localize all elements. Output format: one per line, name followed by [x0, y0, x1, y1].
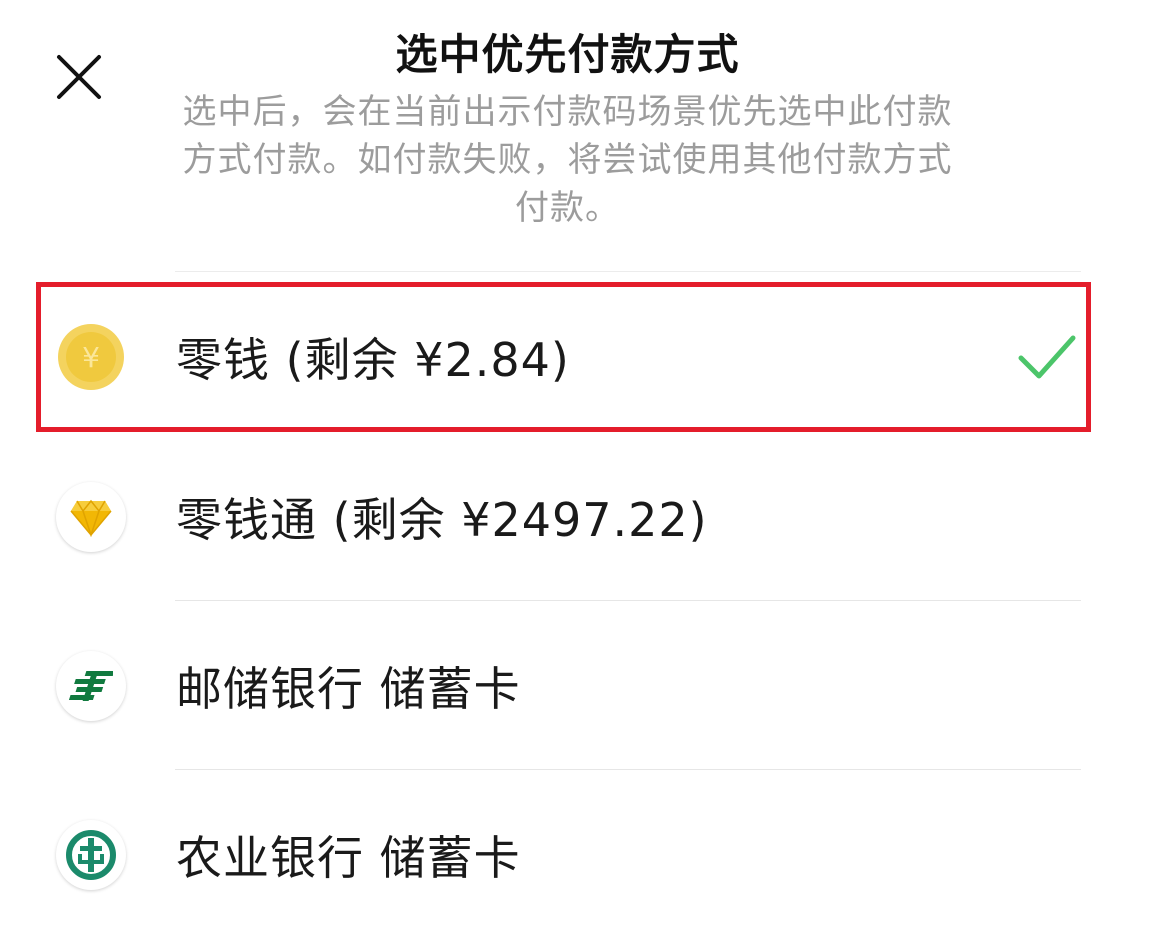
payment-option-label: 邮储银行 储蓄卡	[176, 661, 521, 716]
sheet-header: 选中优先付款方式 选中后，会在当前出示付款码场景优先选中此付款方式付款。如付款失…	[150, 28, 985, 232]
payment-method-list: ¥ 零钱 (剩余 ¥2.84) 零钱通 (剩余 ¥2497.22) 邮储银行 储…	[0, 272, 1153, 939]
payment-option-label: 零钱 (剩余 ¥2.84)	[176, 333, 570, 387]
abc-logo-icon	[56, 819, 126, 890]
payment-option-change[interactable]: ¥ 零钱 (剩余 ¥2.84)	[36, 282, 1091, 432]
close-button[interactable]	[50, 48, 108, 106]
diamond-icon	[56, 481, 126, 552]
close-icon	[57, 55, 101, 99]
psbc-logo-icon	[56, 650, 126, 721]
coin-yuan-icon: ¥	[56, 322, 126, 392]
payment-option-abc-debit[interactable]: 农业银行 储蓄卡	[0, 770, 1153, 939]
sheet-title: 选中优先付款方式	[395, 30, 740, 79]
checkmark-icon	[1018, 335, 1076, 379]
sheet-description: 选中后，会在当前出示付款码场景优先选中此付款方式付款。如付款失败，将尝试使用其他…	[182, 92, 953, 228]
payment-option-change-plus[interactable]: 零钱通 (剩余 ¥2497.22)	[0, 432, 1153, 601]
payment-option-label: 零钱通 (剩余 ¥2497.22)	[176, 492, 708, 547]
payment-option-psbc-debit[interactable]: 邮储银行 储蓄卡	[0, 601, 1153, 770]
svg-text:¥: ¥	[82, 341, 100, 374]
payment-option-label: 农业银行 储蓄卡	[176, 830, 521, 885]
